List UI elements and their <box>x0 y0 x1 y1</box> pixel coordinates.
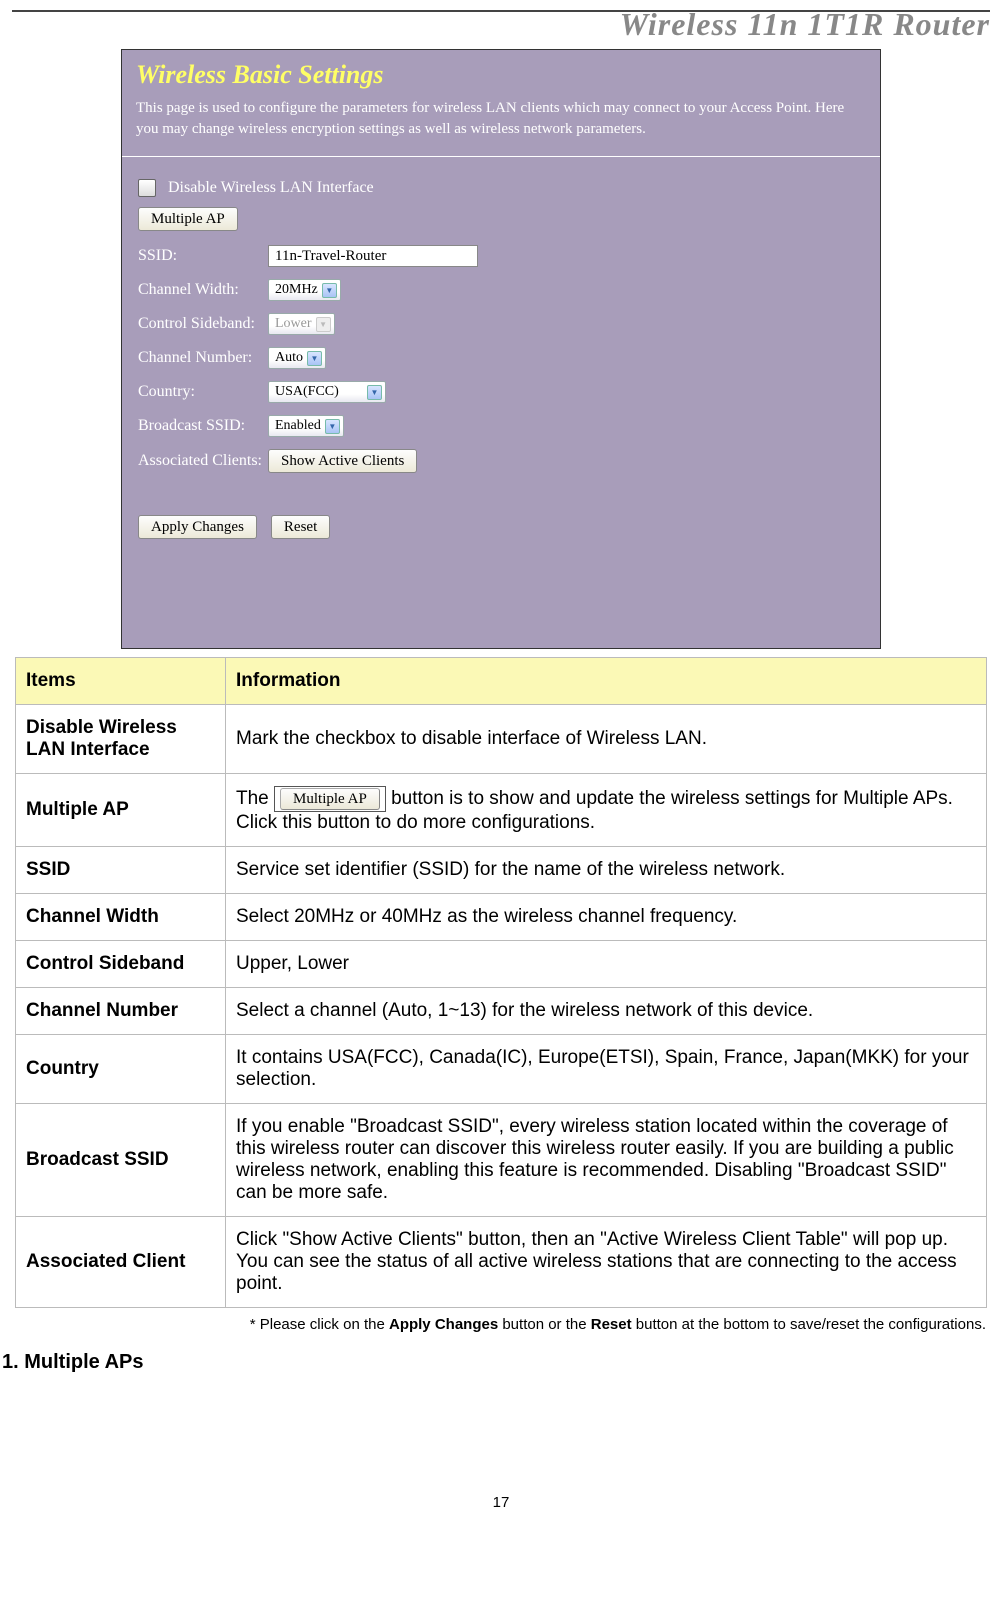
footnote: * Please click on the Apply Changes butt… <box>0 1308 1002 1333</box>
broadcast-ssid-select[interactable]: Enabled▼ <box>268 415 344 437</box>
section-heading-multiple-aps: 1. Multiple APs <box>0 1333 1002 1374</box>
broadcast-ssid-label: Broadcast SSID: <box>138 417 268 435</box>
chevron-down-icon: ▼ <box>367 385 382 400</box>
table-row: Country It contains USA(FCC), Canada(IC)… <box>16 1035 987 1104</box>
table-header-information: Information <box>226 658 987 705</box>
panel-description: This page is used to configure the param… <box>122 90 880 157</box>
item-cell: Multiple AP <box>16 774 226 847</box>
table-row: SSID Service set identifier (SSID) for t… <box>16 847 987 894</box>
table-row: Broadcast SSID If you enable "Broadcast … <box>16 1104 987 1217</box>
channel-width-label: Channel Width: <box>138 281 268 299</box>
table-row: Disable Wireless LAN Interface Mark the … <box>16 705 987 774</box>
table-header-items: Items <box>16 658 226 705</box>
item-cell: Control Sideband <box>16 941 226 988</box>
info-cell: Mark the checkbox to disable interface o… <box>226 705 987 774</box>
chevron-down-icon: ▼ <box>322 283 337 298</box>
item-cell: Country <box>16 1035 226 1104</box>
multiple-ap-inline-button: Multiple AP <box>280 788 380 810</box>
item-cell: Disable Wireless LAN Interface <box>16 705 226 774</box>
channel-number-select[interactable]: Auto▼ <box>268 347 326 369</box>
country-select[interactable]: USA(FCC)▼ <box>268 381 386 403</box>
info-cell: Select a channel (Auto, 1~13) for the wi… <box>226 988 987 1035</box>
info-cell: Upper, Lower <box>226 941 987 988</box>
info-cell: Select 20MHz or 40MHz as the wireless ch… <box>226 894 987 941</box>
item-cell: Associated Client <box>16 1217 226 1308</box>
item-cell: Channel Width <box>16 894 226 941</box>
table-row: Channel Number Select a channel (Auto, 1… <box>16 988 987 1035</box>
associated-clients-label: Associated Clients: <box>138 452 268 470</box>
page-number: 17 <box>0 1494 1002 1531</box>
table-row: Associated Client Click "Show Active Cli… <box>16 1217 987 1308</box>
items-information-table: Items Information Disable Wireless LAN I… <box>15 657 987 1308</box>
control-sideband-label: Control Sideband: <box>138 315 268 333</box>
reset-button[interactable]: Reset <box>271 515 330 539</box>
control-sideband-select[interactable]: Lower▼ <box>268 313 335 335</box>
chevron-down-icon: ▼ <box>307 351 322 366</box>
info-cell: Click "Show Active Clients" button, then… <box>226 1217 987 1308</box>
disable-wlan-label: Disable Wireless LAN Interface <box>168 179 374 197</box>
item-cell: SSID <box>16 847 226 894</box>
apply-changes-button[interactable]: Apply Changes <box>138 515 257 539</box>
info-cell: If you enable "Broadcast SSID", every wi… <box>226 1104 987 1217</box>
table-row: Multiple AP The Multiple AP button is to… <box>16 774 987 847</box>
channel-width-select[interactable]: 20MHz▼ <box>268 279 341 301</box>
info-cell: It contains USA(FCC), Canada(IC), Europe… <box>226 1035 987 1104</box>
chevron-down-icon: ▼ <box>325 419 340 434</box>
panel-title: Wireless Basic Settings <box>122 50 880 90</box>
table-row: Control Sideband Upper, Lower <box>16 941 987 988</box>
info-cell: Service set identifier (SSID) for the na… <box>226 847 987 894</box>
disable-wlan-checkbox[interactable] <box>138 179 156 197</box>
multiple-ap-button[interactable]: Multiple AP <box>138 207 238 231</box>
ssid-input[interactable]: 11n-Travel-Router <box>268 245 478 267</box>
product-title: Wireless 11n 1T1R Router <box>0 6 1002 43</box>
ssid-label: SSID: <box>138 247 268 265</box>
settings-panel-screenshot: Wireless Basic Settings This page is use… <box>121 49 881 649</box>
item-cell: Channel Number <box>16 988 226 1035</box>
channel-number-label: Channel Number: <box>138 349 268 367</box>
table-row: Channel Width Select 20MHz or 40MHz as t… <box>16 894 987 941</box>
country-label: Country: <box>138 383 268 401</box>
chevron-down-icon: ▼ <box>316 317 331 332</box>
show-active-clients-button[interactable]: Show Active Clients <box>268 449 417 473</box>
item-cell: Broadcast SSID <box>16 1104 226 1217</box>
info-cell: The Multiple AP button is to show and up… <box>226 774 987 847</box>
